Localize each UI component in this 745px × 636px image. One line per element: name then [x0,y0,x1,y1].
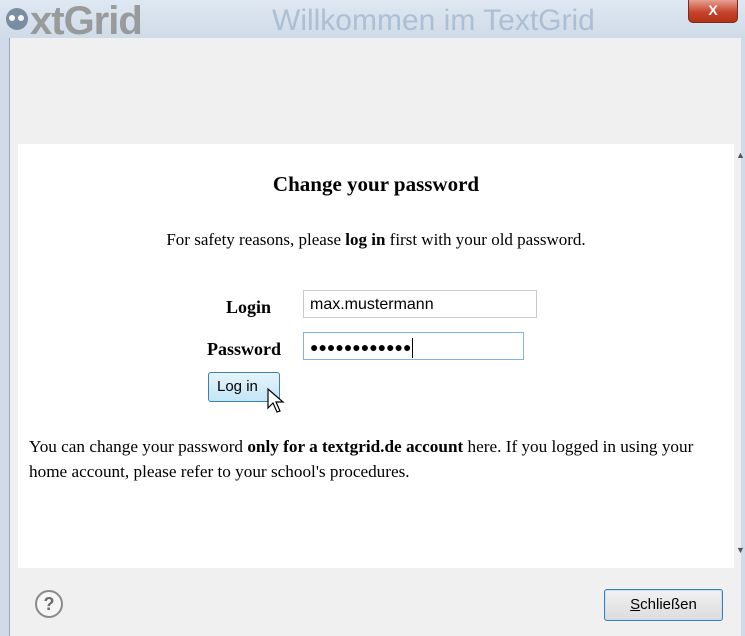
textgrid-logo: xtGrid [6,1,143,38]
window-frame-left [0,38,9,636]
owl-icon [6,8,28,31]
info-prefix: You can change your password [29,437,248,456]
info-text: You can change your password only for a … [29,434,729,484]
window-close-button[interactable]: X [688,0,738,23]
scroll-down-arrow-icon[interactable]: ▼ [736,545,745,555]
scroll-up-arrow-icon[interactable]: ▲ [736,150,745,160]
close-button-label: chließen [640,596,697,613]
close-button-mnemonic: S [630,596,641,613]
logo-text: xtGrid [30,0,143,38]
help-icon[interactable]: ? [35,590,63,618]
password-input[interactable]: ●●●●●●●●●●●● [303,332,524,360]
text-caret [412,338,414,359]
intro-bold: log in [345,230,386,249]
login-label: Login [226,297,272,317]
title-bar: xtGrid Willkommen im TextGrid X [0,0,745,38]
login-input[interactable]: max.mustermann [303,290,537,318]
intro-prefix: For safety reasons, please [166,230,346,249]
intro-suffix: first with your old password. [385,230,586,249]
intro-text: For safety reasons, please log in first … [18,230,734,250]
page-title: Change your password [272,172,480,196]
info-bold: only for a textgrid.de account [247,437,464,456]
browser-content-panel: Change your password For safety reasons,… [18,144,734,568]
password-dots: ●●●●●●●●●●●● [310,339,412,355]
window-title: Willkommen im TextGrid [272,4,595,37]
password-label: Password [207,339,282,359]
close-dialog-button[interactable]: Schließen [604,589,723,621]
mouse-pointer-icon [267,388,285,413]
